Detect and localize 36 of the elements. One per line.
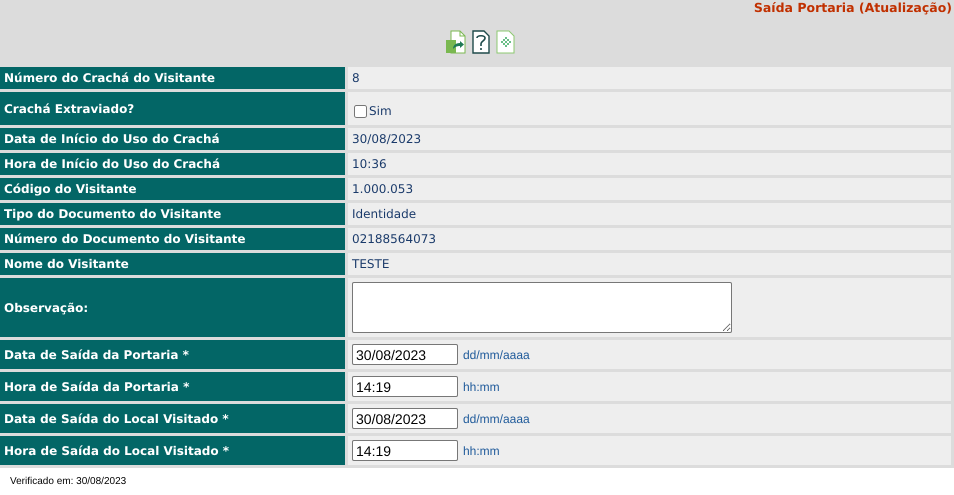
field-label: Crachá Extraviado? [0, 92, 345, 125]
field-label: Data de Saída da Portaria * [0, 340, 345, 369]
field-label: Hora de Saída do Local Visitado * [0, 436, 345, 465]
format-hint: hh:mm [463, 380, 500, 394]
field-label: Data de Saída do Local Visitado * [0, 404, 345, 433]
field-label: Observação: [0, 278, 345, 337]
verification-date: Verificado em: 30/08/2023 [9, 475, 128, 487]
checkbox-label: Sim [369, 104, 392, 118]
field-label: Nome do Visitante [0, 253, 345, 275]
field-value: 02188564073 [352, 232, 436, 246]
field-value: TESTE [352, 257, 390, 271]
field-value: 8 [352, 71, 360, 85]
export-document-icon[interactable] [446, 30, 466, 54]
back-document-icon[interactable] [496, 30, 516, 54]
field-label: Número do Documento do Visitante [0, 228, 345, 250]
input-field[interactable]: 14:19 [352, 440, 458, 461]
input-field[interactable]: 30/08/2023 [352, 344, 458, 365]
field-label: Número do Crachá do Visitante [0, 67, 345, 89]
field-label: Hora de Saída da Portaria * [0, 372, 345, 401]
input-field[interactable]: 14:19 [352, 376, 458, 397]
field-value: 1.000.053 [352, 182, 414, 196]
page-title: Saída Portaria (Atualização) [754, 0, 952, 17]
field-value: 30/08/2023 [352, 132, 422, 146]
format-hint: hh:mm [463, 444, 500, 458]
format-hint: dd/mm/aaaa [463, 348, 530, 362]
checkbox[interactable] [354, 104, 367, 118]
observation-textarea[interactable] [352, 282, 732, 333]
field-label: Código do Visitante [0, 178, 345, 200]
field-value: Identidade [352, 207, 416, 221]
format-hint: dd/mm/aaaa [463, 412, 530, 426]
field-label: Tipo do Documento do Visitante [0, 203, 345, 225]
field-value: 10:36 [352, 157, 387, 171]
help-document-icon[interactable] [470, 30, 490, 54]
input-field[interactable]: 30/08/2023 [352, 408, 458, 429]
field-label: Data de Início do Uso do Crachá [0, 128, 345, 150]
field-label: Hora de Início do Uso do Crachá [0, 153, 345, 175]
